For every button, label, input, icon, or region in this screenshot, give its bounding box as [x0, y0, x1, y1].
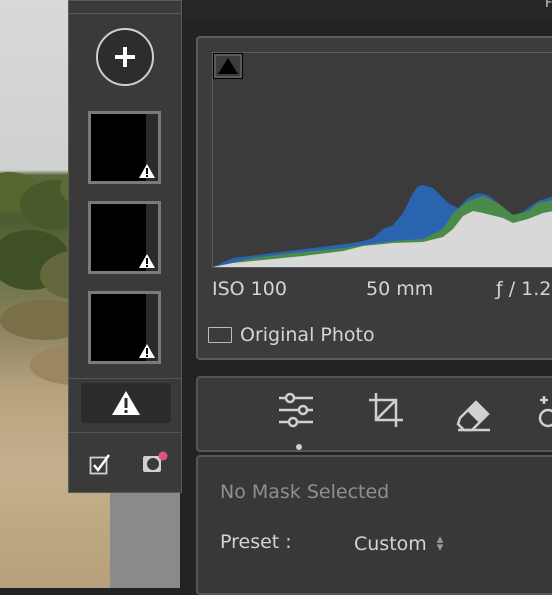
original-photo-label: Original Photo	[240, 324, 375, 346]
show-overlay-checkbox[interactable]	[89, 453, 111, 475]
mask-settings-panel: No Mask Selected Preset : Custom ▴ ▾	[196, 455, 552, 595]
add-mask-button[interactable]	[96, 28, 154, 86]
warning-icon	[139, 344, 155, 358]
heal-icon[interactable]	[536, 392, 552, 432]
divider	[69, 432, 181, 433]
masks-panel	[68, 0, 182, 493]
focal-length-label: 50 mm	[366, 278, 434, 300]
tool-strip	[196, 376, 552, 452]
aperture-label: ƒ / 1.2	[496, 278, 552, 300]
iso-label: ISO 100	[212, 278, 287, 300]
histogram-panel: ISO 100 50 mm ƒ / 1.2 Original Photo	[196, 36, 552, 360]
preset-value: Custom	[354, 533, 427, 555]
warning-icon	[112, 391, 140, 415]
plus-icon	[115, 47, 135, 67]
preset-dropdown[interactable]: Custom ▴ ▾	[354, 533, 443, 555]
divider	[69, 378, 181, 379]
mask-warning-button[interactable]	[81, 383, 171, 423]
crop-icon[interactable]	[366, 390, 406, 432]
histogram	[212, 52, 552, 268]
warning-icon	[139, 254, 155, 268]
mask-thumbnail-2[interactable]	[88, 201, 161, 274]
original-photo-toggle[interactable]: Original Photo	[208, 324, 375, 346]
active-tool-indicator	[296, 444, 302, 450]
overlay-color-icon[interactable]	[141, 451, 169, 475]
eraser-icon[interactable]	[454, 392, 494, 432]
mask-status-label: No Mask Selected	[220, 481, 390, 503]
up-down-arrows-icon: ▴ ▾	[436, 532, 444, 555]
mask-thumbnail-3[interactable]	[88, 291, 161, 364]
edit-sliders-icon[interactable]	[276, 390, 316, 432]
preset-label: Preset :	[220, 531, 292, 553]
mask-thumbnail-1[interactable]	[88, 111, 161, 184]
histogram-graph	[213, 185, 552, 267]
header-partial-text: F	[545, 0, 552, 11]
original-photo-checkbox[interactable]	[208, 327, 232, 343]
canvas-gray-area	[110, 492, 180, 588]
panel-header-strip	[183, 0, 552, 22]
shadow-clipping-toggle[interactable]	[213, 53, 243, 79]
masks-panel-topbar	[69, 1, 181, 14]
warning-icon	[139, 164, 155, 178]
